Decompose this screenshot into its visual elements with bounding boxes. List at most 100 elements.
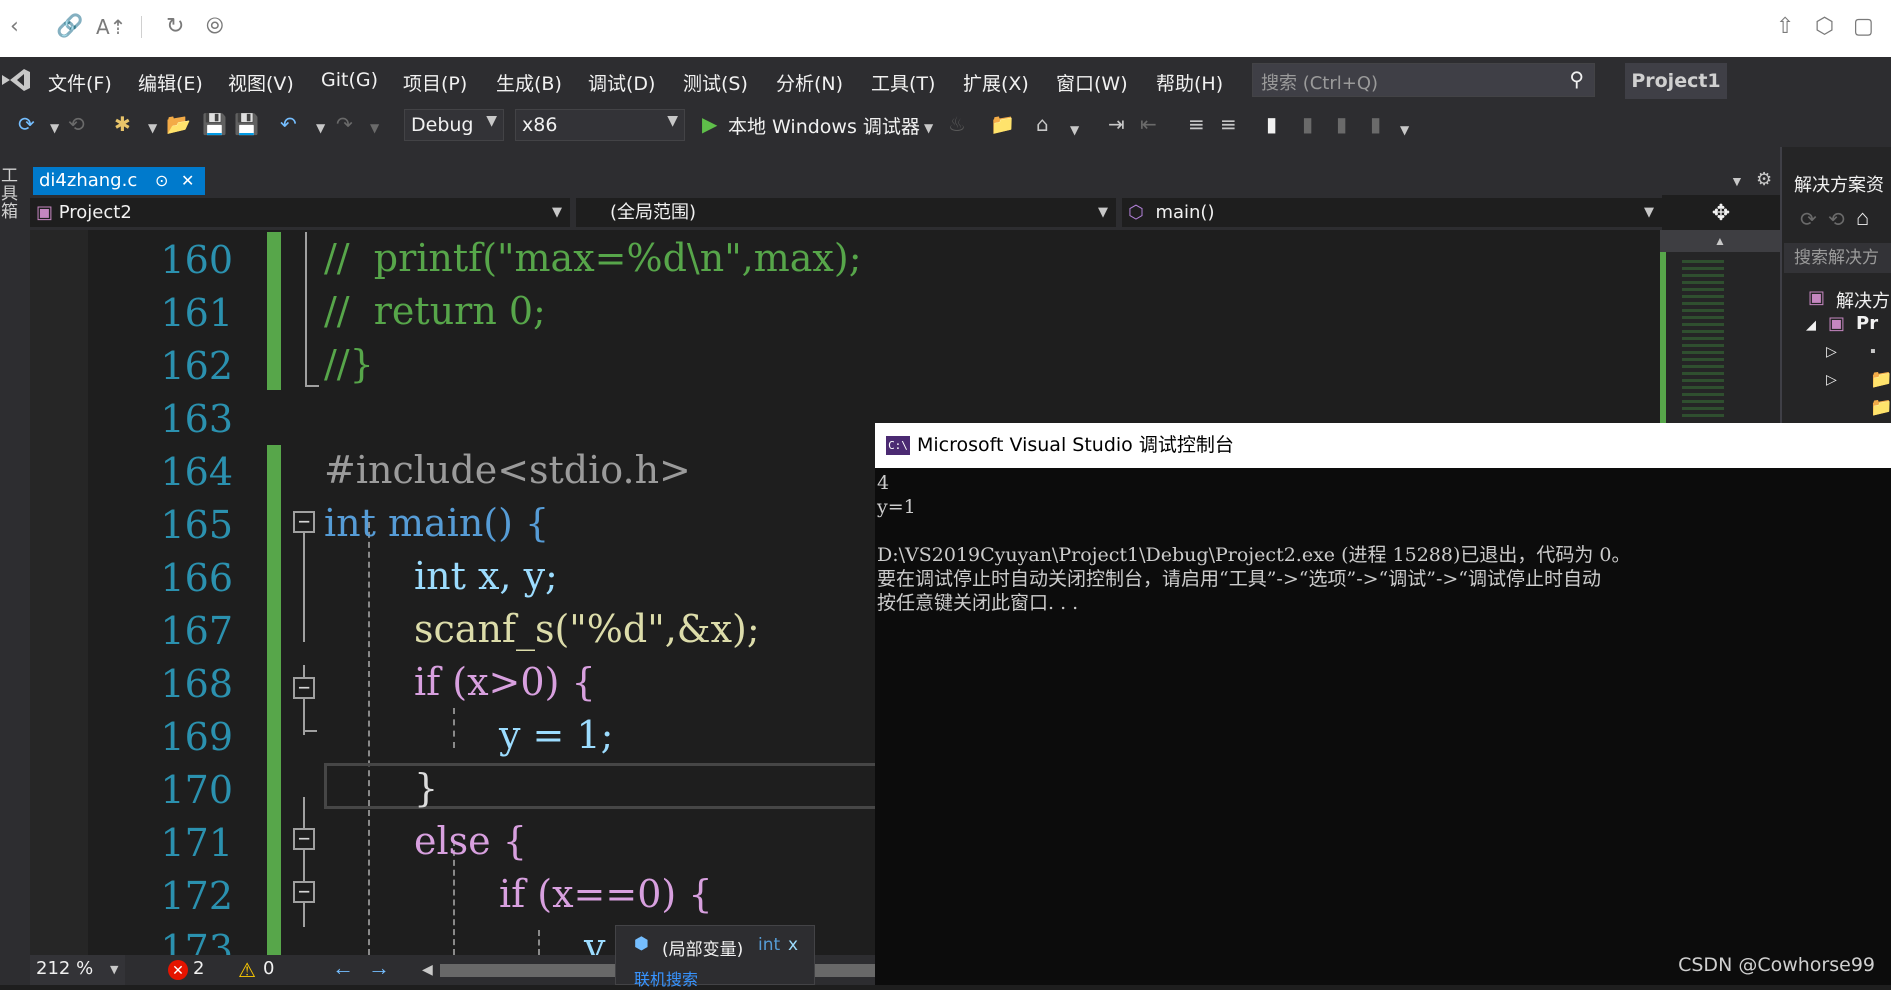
tab-list-dropdown-icon[interactable]: ▼ (1730, 173, 1744, 189)
chevron-down-icon[interactable]: ▼ (924, 116, 933, 140)
link-icon[interactable]: 🔗 (56, 14, 83, 40)
navigate-back-icon[interactable]: ⟳ (18, 112, 35, 136)
menu-analyze[interactable]: 分析(N) (776, 69, 843, 96)
share-icon[interactable]: ⇧ (1776, 14, 1794, 40)
collapsed-arrow-icon[interactable]: ▷ (1826, 343, 1837, 360)
local-variable-icon: ⬢ (634, 934, 649, 953)
project-nav-select[interactable]: ▣ Project2 ▼ (30, 198, 570, 227)
indent-icon[interactable]: ⇥ (1108, 112, 1125, 136)
solution-project[interactable]: Pr (1856, 313, 1878, 334)
next-issue-icon[interactable]: → (368, 955, 390, 981)
function-icon: ⬡ (1128, 202, 1144, 223)
chevron-down-icon[interactable]: ▼ (1070, 118, 1079, 142)
extensions-icon[interactable]: ⬡ (1815, 14, 1834, 40)
find-in-files-icon[interactable]: 📁 (990, 112, 1015, 136)
menu-view[interactable]: 视图(V) (228, 69, 294, 96)
back-icon[interactable]: ⟳ (1800, 207, 1817, 232)
warning-icon[interactable]: ⚠ (238, 958, 256, 983)
previous-issue-icon[interactable]: ← (332, 955, 354, 981)
forward-icon[interactable]: ⟲ (1828, 207, 1845, 232)
console-output-line: 按任意键关闭此窗口. . . (877, 592, 1079, 614)
gear-icon[interactable]: ⚙ (1756, 169, 1772, 190)
previous-bookmark-icon[interactable]: ▮ (1302, 112, 1313, 136)
menu-window[interactable]: 窗口(W) (1056, 69, 1128, 96)
code-line: int x, y; (414, 554, 558, 598)
menu-edit[interactable]: 编辑(E) (138, 69, 203, 96)
warning-count[interactable]: 0 (263, 958, 274, 979)
compass-icon[interactable]: ⦾ (206, 14, 224, 40)
back-icon[interactable]: ‹ (10, 14, 19, 40)
start-debugging-icon[interactable]: ▶ (702, 112, 717, 136)
solution-platform-select[interactable]: x86 ▼ (515, 109, 685, 141)
pin-icon[interactable]: ⊙ (155, 167, 168, 195)
document-tab[interactable]: di4zhang.c ⊙ ✕ (33, 167, 205, 195)
project-title: Project1 (1625, 63, 1727, 99)
chevron-down-icon[interactable]: ▼ (148, 116, 157, 140)
solution-search-input[interactable]: 搜索解决方 (1784, 243, 1891, 273)
line-number: 166 (160, 556, 233, 600)
quick-search-input[interactable]: 搜索 (Ctrl+Q) ⚲ (1252, 63, 1595, 97)
debug-console-window[interactable]: C:\ Microsoft Visual Studio 调试控制台 4 y=1 … (875, 423, 1891, 985)
open-folder-icon[interactable]: 📂 (166, 112, 191, 136)
menu-help[interactable]: 帮助(H) (1156, 69, 1223, 96)
solution-configuration-select[interactable]: Debug ▼ (404, 109, 504, 141)
error-icon[interactable]: ✕ (168, 960, 188, 980)
error-count[interactable]: 2 (193, 958, 204, 979)
editor-minimap[interactable]: ▲ (1660, 230, 1780, 425)
menu-file[interactable]: 文件(F) (48, 69, 112, 96)
scroll-left-icon[interactable]: ◀ (422, 961, 433, 978)
menu-git[interactable]: Git(G) (321, 69, 378, 91)
visual-studio-logo-icon (2, 69, 30, 91)
bookmark-icon[interactable]: ▮ (1266, 112, 1277, 136)
outdent-icon[interactable]: ⇤ (1140, 112, 1157, 136)
menu-test[interactable]: 测试(S) (683, 69, 748, 96)
start-debugging-button[interactable]: 本地 Windows 调试器 (728, 112, 920, 139)
chevron-down-icon[interactable]: ▼ (50, 116, 59, 140)
refresh-icon[interactable]: ↻ (166, 14, 184, 40)
collapse-toggle[interactable]: − (293, 511, 315, 533)
comment-lines-icon[interactable]: ≡ (1188, 112, 1205, 136)
new-project-icon[interactable]: ✱ (114, 112, 131, 136)
browser-link-icon[interactable]: ⌂ (1036, 112, 1049, 136)
expand-icon[interactable]: ◢ (1806, 317, 1816, 333)
menu-extensions[interactable]: 扩展(X) (963, 69, 1029, 96)
member-nav-select[interactable]: ⬡ main() ▼ (1122, 198, 1662, 227)
scroll-up-icon[interactable]: ▲ (1660, 230, 1780, 252)
hot-reload-icon[interactable]: ♨ (948, 112, 966, 136)
close-icon[interactable]: ✕ (181, 167, 194, 195)
menu-debug[interactable]: 调试(D) (588, 69, 655, 96)
collapse-toggle[interactable]: − (293, 881, 315, 903)
read-aloud-icon[interactable]: A⇡ (96, 14, 126, 40)
menu-build[interactable]: 生成(B) (496, 69, 562, 96)
menu-tools[interactable]: 工具(T) (871, 69, 935, 96)
menu-project[interactable]: 项目(P) (403, 69, 467, 96)
undo-icon[interactable]: ↶ (280, 112, 297, 136)
console-output-line: 4 (877, 472, 890, 494)
zoom-select[interactable]: 212 % ▼ (30, 955, 125, 985)
console-title-bar[interactable]: C:\ Microsoft Visual Studio 调试控制台 (875, 423, 1891, 468)
collapse-toggle[interactable]: − (293, 828, 315, 850)
console-output-line: 要在调试停止时自动关闭控制台，请启用“工具”->“选项”->“调试”->“调试停… (877, 568, 1602, 590)
chevron-down-icon[interactable]: ▼ (370, 116, 379, 140)
toolbox-label[interactable]: 工具箱 (1, 167, 19, 221)
home-icon[interactable]: ⌂ (1856, 205, 1869, 231)
next-bookmark-icon[interactable]: ▮ (1336, 112, 1347, 136)
split-editor-icon[interactable]: ✥ (1662, 195, 1780, 230)
toolbox-strip[interactable]: 工具箱 (0, 147, 30, 985)
uncomment-lines-icon[interactable]: ≡ (1220, 112, 1237, 136)
chevron-down-icon[interactable]: ▼ (316, 116, 325, 140)
online-search-link[interactable]: 联机搜索 (634, 966, 698, 990)
collapsed-arrow-icon[interactable]: ▷ (1826, 371, 1837, 388)
sidebar-icon[interactable]: ▢ (1853, 14, 1874, 40)
navigate-forward-icon[interactable]: ⟲ (68, 112, 85, 136)
save-all-icon[interactable]: 💾 (234, 112, 259, 136)
save-icon[interactable]: 💾 (202, 112, 227, 136)
solution-root[interactable]: 解决方 (1836, 287, 1890, 313)
editor-margin (30, 230, 88, 955)
collapse-toggle[interactable]: − (293, 677, 315, 699)
clear-bookmarks-icon[interactable]: ▮ (1370, 112, 1381, 136)
chevron-down-icon[interactable]: ▼ (1400, 118, 1409, 142)
line-number: 172 (160, 874, 233, 918)
redo-icon[interactable]: ↷ (336, 112, 353, 136)
scope-nav-select[interactable]: (全局范围) ▼ (576, 198, 1116, 227)
